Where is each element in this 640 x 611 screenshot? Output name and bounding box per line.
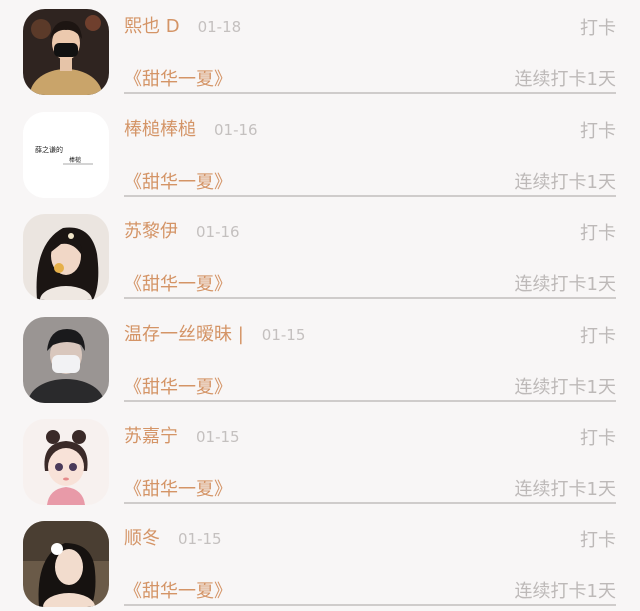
post-date: 01-15	[178, 530, 222, 548]
checkin-button[interactable]: 打卡	[580, 526, 616, 552]
avatar-photo-icon	[23, 9, 109, 95]
song-title[interactable]: 《甜华一夏》	[124, 577, 232, 603]
checkin-list: 熙也 D 01-18 打卡 《甜华一夏》 连续打卡1天 薛之谦的 棒槌 棒槌棒槌 0…	[0, 0, 640, 611]
avatar-photo-icon	[23, 521, 109, 607]
svg-text:棒槌: 棒槌	[69, 156, 81, 164]
streak-text: 连续打卡1天	[514, 581, 616, 602]
avatar-photo-icon	[23, 214, 109, 300]
song-title[interactable]: 《甜华一夏》	[124, 373, 232, 399]
user-name[interactable]: 苏黎伊 01-16	[124, 217, 240, 243]
avatar[interactable]: 薛之谦的 棒槌	[23, 112, 109, 198]
streak-text: 连续打卡1天	[514, 172, 616, 193]
user-name[interactable]: 顺冬 01-15	[124, 524, 222, 550]
list-item[interactable]: 熙也 D 01-18 打卡 《甜华一夏》 连续打卡1天	[0, 0, 640, 102]
divider	[124, 400, 616, 402]
avatar[interactable]	[23, 214, 109, 300]
post-date: 01-18	[197, 18, 242, 36]
user-name[interactable]: 熙也 D 01-18	[124, 12, 241, 38]
list-item[interactable]: 苏嘉宁 01-15 打卡 《甜华一夏》 连续打卡1天	[0, 410, 640, 512]
list-item[interactable]: 顺冬 01-15 打卡 《甜华一夏》 连续打卡1天	[0, 512, 640, 611]
avatar[interactable]	[23, 317, 109, 403]
song-title[interactable]: 《甜华一夏》	[124, 65, 232, 91]
post-date: 01-16	[196, 223, 240, 241]
song-title[interactable]: 《甜华一夏》	[124, 475, 232, 501]
list-item[interactable]: 薛之谦的 棒槌 棒槌棒槌 01-16 打卡 《甜华一夏》 连续打卡1天	[0, 103, 640, 205]
streak-text: 连续打卡1天	[514, 69, 616, 90]
divider	[124, 502, 616, 504]
checkin-button[interactable]: 打卡	[580, 14, 616, 40]
post-date: 01-16	[214, 121, 258, 139]
svg-text:薛之谦的: 薛之谦的	[35, 145, 63, 154]
avatar-illustration-icon	[23, 419, 109, 505]
user-name[interactable]: 棒槌棒槌 01-16	[124, 115, 258, 141]
streak-text: 连续打卡1天	[514, 377, 616, 398]
divider	[124, 604, 616, 606]
post-date: 01-15	[196, 428, 240, 446]
avatar-text-card-icon: 薛之谦的 棒槌	[23, 112, 109, 198]
avatar[interactable]	[23, 521, 109, 607]
checkin-button[interactable]: 打卡	[580, 117, 616, 143]
song-title[interactable]: 《甜华一夏》	[124, 168, 232, 194]
post-date: 01-15	[261, 326, 306, 344]
divider	[124, 297, 616, 299]
user-name[interactable]: 温存一丝暧昧 | 01-15	[124, 320, 305, 346]
song-title[interactable]: 《甜华一夏》	[124, 270, 232, 296]
streak-text: 连续打卡1天	[514, 274, 616, 295]
checkin-button[interactable]: 打卡	[580, 219, 616, 245]
divider	[124, 195, 616, 197]
user-name[interactable]: 苏嘉宁 01-15	[124, 422, 240, 448]
divider	[124, 92, 616, 94]
list-item[interactable]: 苏黎伊 01-16 打卡 《甜华一夏》 连续打卡1天	[0, 205, 640, 307]
list-item[interactable]: 温存一丝暧昧 | 01-15 打卡 《甜华一夏》 连续打卡1天	[0, 308, 640, 410]
avatar[interactable]	[23, 9, 109, 95]
checkin-button[interactable]: 打卡	[580, 322, 616, 348]
checkin-button[interactable]: 打卡	[580, 424, 616, 450]
avatar-photo-icon	[23, 317, 109, 403]
avatar[interactable]	[23, 419, 109, 505]
streak-text: 连续打卡1天	[514, 479, 616, 500]
